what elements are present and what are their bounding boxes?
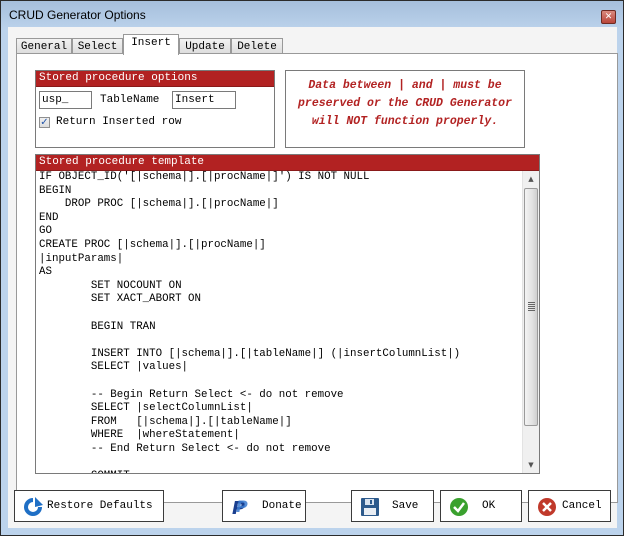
tab-general[interactable]: General [16,38,72,54]
scroll-down-arrow-icon: ▼ [528,461,534,469]
warning-text: Data between | and | must be preserved o… [298,79,512,128]
tab-delete[interactable]: Delete [231,38,283,54]
donate-button[interactable]: P P Donate [222,490,306,522]
template-code-editor[interactable]: IF OBJECT_ID('[|schema|].[|procName|]') … [37,171,524,473]
tab-insert[interactable]: Insert [123,34,179,55]
checkmark-icon: ✓ [40,117,49,128]
close-icon: ✕ [604,12,613,22]
tab-label: Update [185,41,225,53]
warning-message-box: Data between | and | must be preserved o… [285,70,525,148]
title-bar[interactable]: CRUD Generator Options ✕ [1,1,623,29]
ok-label: OK [482,500,496,512]
checkmark-circle-icon [450,498,468,516]
tab-label: General [20,41,68,53]
return-inserted-row-label: Return Inserted row [56,116,182,128]
save-button[interactable]: Save [351,490,434,522]
close-button[interactable]: ✕ [601,10,616,24]
scroll-thumb[interactable] [524,188,538,426]
template-group-header: Stored procedure template [36,155,539,171]
restore-defaults-label: Restore Defaults [47,500,153,512]
floppy-disk-icon [361,498,379,516]
tab-select[interactable]: Select [72,38,123,54]
restore-defaults-button[interactable]: Restore Defaults [14,490,164,522]
stored-procedure-template-group: Stored procedure template IF OBJECT_ID('… [35,154,540,474]
scroll-up-arrow-icon: ▲ [528,175,534,183]
cancel-button[interactable]: Cancel [528,490,611,522]
return-inserted-row-checkbox[interactable]: ✓ [39,117,50,128]
window-title: CRUD Generator Options [9,8,146,22]
options-group-header: Stored procedure options [36,71,274,87]
ok-button[interactable]: OK [440,490,522,522]
svg-text:P: P [236,497,248,516]
save-label: Save [392,500,419,512]
procedure-suffix-input[interactable] [172,91,236,109]
cancel-x-circle-icon [538,498,556,516]
restore-icon [24,497,43,516]
cancel-label: Cancel [562,500,602,512]
insert-tab-panel: Stored procedure options TableName ✓ Ret… [16,53,618,503]
tab-update[interactable]: Update [179,38,231,54]
dialog-client-area: General Select Insert Update Delete Stor… [8,27,618,528]
scroll-grip-icon [528,302,535,311]
stored-procedure-options-group: Stored procedure options TableName ✓ Ret… [35,70,275,148]
tablename-label: TableName [100,94,160,106]
tab-label: Insert [131,37,171,49]
donate-label: Donate [262,500,302,512]
tab-label: Delete [237,41,277,53]
procedure-prefix-input[interactable] [39,91,92,109]
options-dialog: CRUD Generator Options ✕ General Select … [0,0,624,536]
tab-label: Select [77,41,118,53]
scroll-up-button[interactable]: ▲ [523,171,539,187]
scroll-down-button[interactable]: ▼ [523,457,539,473]
paypal-icon: P P [232,497,248,517]
template-scrollbar[interactable]: ▲ ▼ [522,171,539,473]
